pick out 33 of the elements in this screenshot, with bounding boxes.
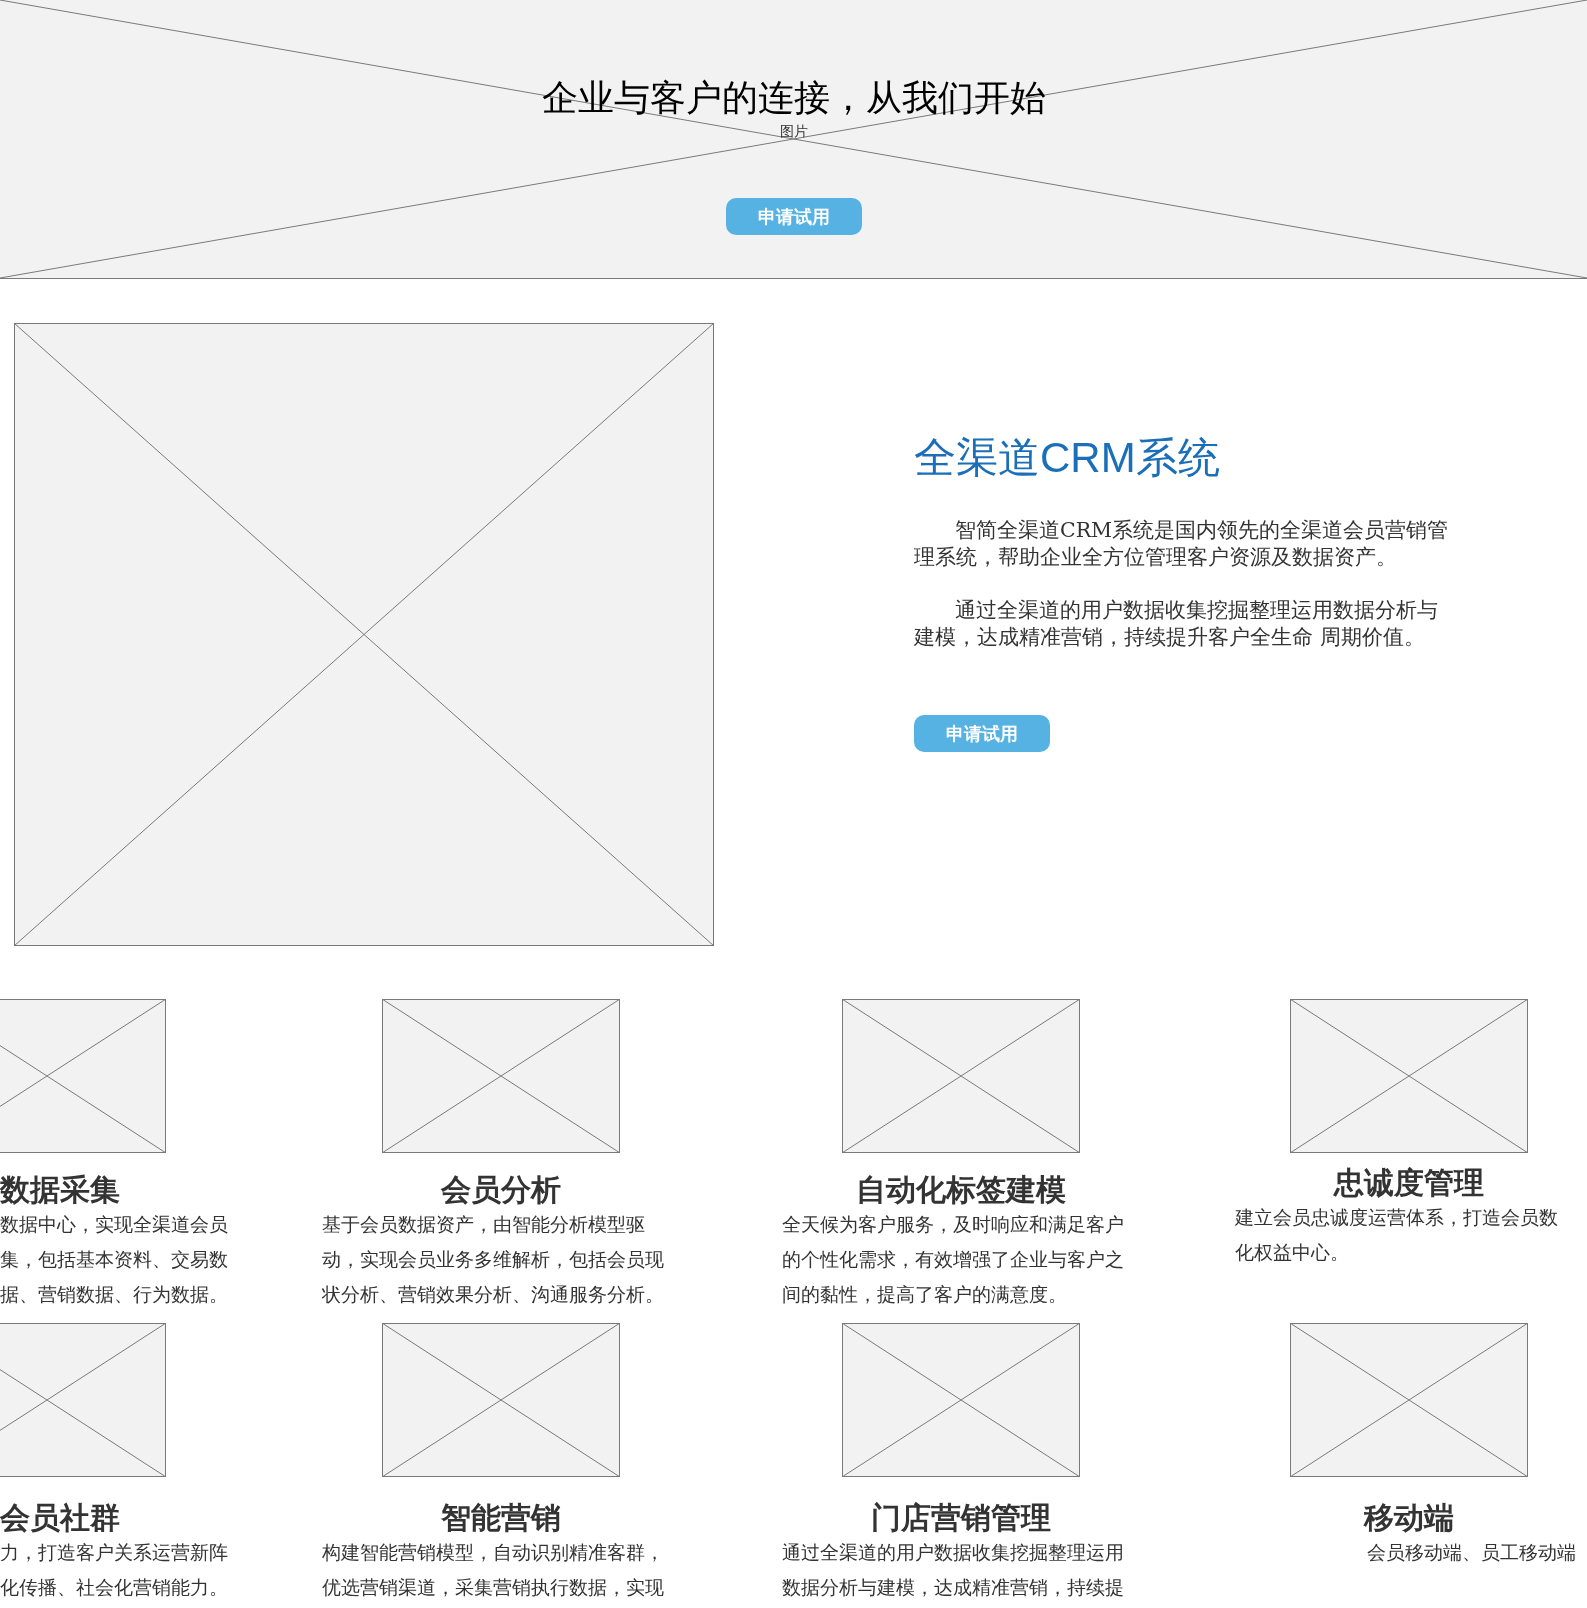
feature-title: 忠诚度管理 bbox=[1332, 1166, 1485, 1200]
feature-description: 全天候为客户服务，及时响应和满足客户 bbox=[782, 1213, 1124, 1237]
description-paragraph: 智简全渠道CRM系统是国内领先的全渠道会员营销管理系统，帮助企业全方位管理客户资源及数据资产。 bbox=[914, 517, 1449, 571]
trial-button[interactable]: 申请试用 bbox=[914, 715, 1050, 752]
image-label: 图片 bbox=[779, 122, 808, 140]
feature-description: 状分析、营销效果分析、沟通服务分析。 bbox=[322, 1283, 664, 1307]
feature-title: 移动端 bbox=[1362, 1501, 1455, 1535]
feature-description: 会员移动端、员工移动端 bbox=[1366, 1541, 1576, 1565]
feature-description: 通过全渠道的用户数据收集挖掘整理运用 bbox=[782, 1541, 1124, 1565]
feature-description: 数据分析与建模，达成精准营销，持续提 bbox=[782, 1576, 1124, 1600]
feature-description: 构建智能营销模型，自动识别精准客群， bbox=[322, 1541, 664, 1565]
feature-title: 自动化标签建模 bbox=[855, 1173, 1067, 1207]
feature-description: 间的黏性，提高了客户的满意度。 bbox=[782, 1283, 1067, 1307]
feature-description: 化权益中心。 bbox=[1235, 1241, 1349, 1265]
feature-description: 动，实现会员业务多维解析，包括会员现 bbox=[322, 1248, 664, 1272]
feature-title: 数据采集 bbox=[0, 1173, 121, 1207]
feature-description: 数据中心，实现全渠道会员 bbox=[0, 1213, 228, 1237]
feature-description: 力，打造客户关系运营新阵 bbox=[0, 1541, 228, 1565]
feature-description: 优选营销渠道，采集营销执行数据，实现 bbox=[322, 1576, 664, 1600]
feature-title: 智能营销 bbox=[440, 1501, 562, 1535]
feature-title: 门店营销管理 bbox=[870, 1501, 1052, 1535]
trial-button[interactable]: 申请试用 bbox=[725, 198, 862, 235]
feature-description: 据、营销数据、行为数据。 bbox=[0, 1283, 228, 1307]
feature-description: 建立会员忠诚度运营体系，打造会员数 bbox=[1235, 1206, 1558, 1230]
feature-description: 化传播、社会化营销能力。 bbox=[0, 1576, 228, 1600]
section-title: 全渠道CRM系统 bbox=[914, 433, 1220, 483]
feature-description: 集，包括基本资料、交易数 bbox=[0, 1248, 228, 1272]
description-paragraph: 通过全渠道的用户数据收集挖掘整理运用数据分析与建模，达成精准营销，持续提升客户全生命 周期价值。 bbox=[914, 597, 1439, 651]
hero-title: 企业与客户的连接，从我们开始 bbox=[541, 76, 1046, 120]
feature-title: 会员分析 bbox=[440, 1173, 562, 1207]
feature-title: 会员社群 bbox=[0, 1501, 121, 1535]
feature-description: 基于会员数据资产，由智能分析模型驱 bbox=[322, 1213, 645, 1237]
feature-description: 的个性化需求，有效增强了企业与客户之 bbox=[782, 1248, 1124, 1272]
